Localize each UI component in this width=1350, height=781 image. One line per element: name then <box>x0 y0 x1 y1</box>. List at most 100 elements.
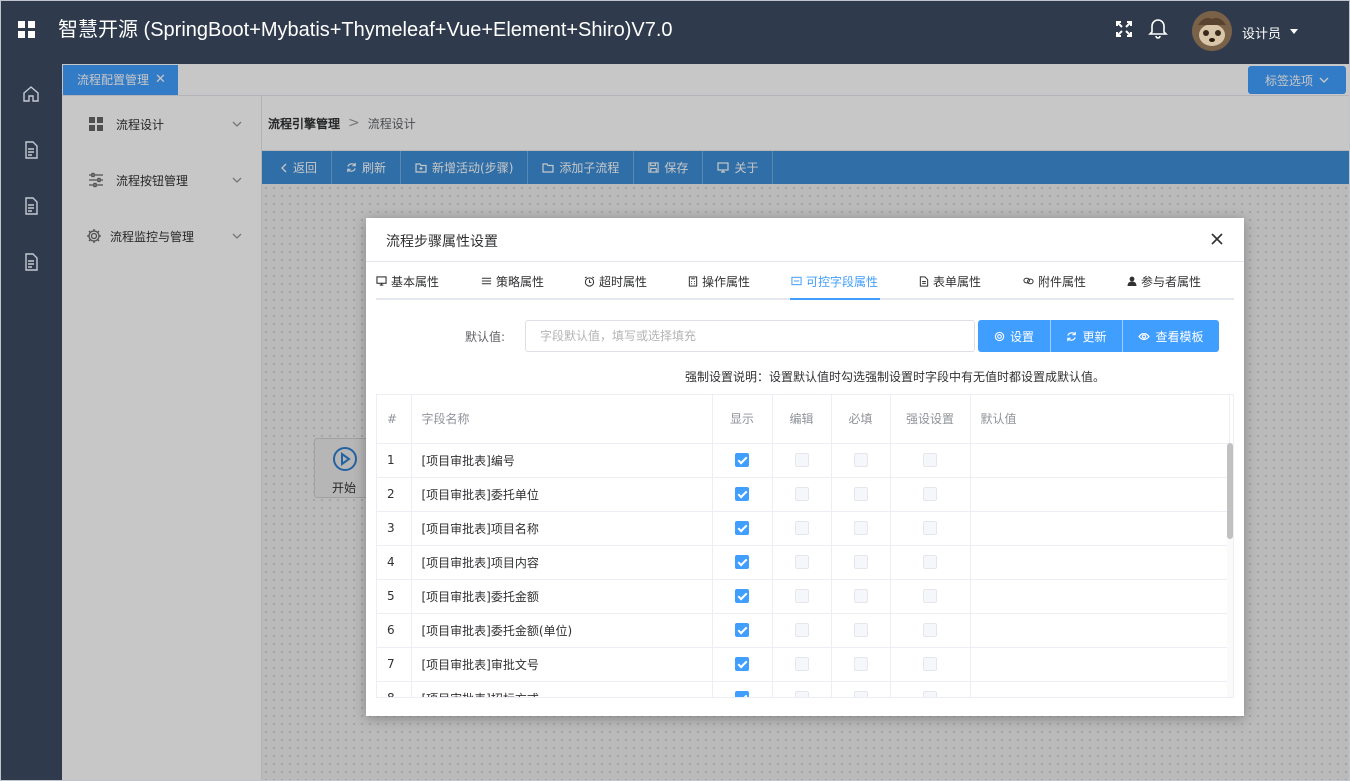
force-checkbox[interactable] <box>923 521 937 536</box>
row-index: 3 <box>387 521 395 535</box>
required-checkbox[interactable] <box>853 623 868 638</box>
avatar[interactable] <box>1192 11 1232 51</box>
update-button[interactable]: 更新 <box>1051 320 1123 352</box>
show-checkbox[interactable] <box>735 623 749 638</box>
show-checkbox[interactable] <box>735 453 749 468</box>
required-checkbox[interactable] <box>853 521 868 536</box>
edit-checkbox[interactable] <box>794 555 809 570</box>
tab-label: 附件属性 <box>1038 274 1087 289</box>
show-checkbox[interactable] <box>735 691 749 697</box>
tab-timeout[interactable]: 超时属性 <box>584 262 647 300</box>
update-label: 更新 <box>1082 329 1107 344</box>
tab-participants[interactable]: 参与者属性 <box>1127 262 1201 300</box>
link-icon <box>1023 276 1034 286</box>
tab-label: 操作属性 <box>702 274 751 289</box>
table-header-row: # 字段名称 显示 编辑 必填 强设设置 默认值 <box>377 395 1230 444</box>
show-checkbox[interactable] <box>735 487 749 502</box>
force-checkbox[interactable] <box>923 487 937 502</box>
refresh-icon <box>1066 331 1077 342</box>
column-header[interactable]: 强设设置 <box>890 395 971 444</box>
field-name: [项目审批表]项目内容 <box>421 555 539 570</box>
tab-label: 基本属性 <box>391 274 440 289</box>
bell-icon[interactable] <box>1148 17 1168 39</box>
tab-label: 参与者属性 <box>1141 274 1202 289</box>
required-checkbox[interactable] <box>853 555 868 570</box>
user-name[interactable]: 设计员 <box>1242 23 1281 42</box>
home-icon[interactable] <box>21 84 41 104</box>
row-index: 5 <box>387 589 395 603</box>
tab-attachment[interactable]: 附件属性 <box>1023 262 1086 300</box>
set-button[interactable]: 设置 <box>978 320 1051 352</box>
user-icon <box>1127 276 1137 286</box>
column-header[interactable]: 显示 <box>712 395 773 444</box>
table-scrollbar[interactable] <box>1227 443 1233 539</box>
force-checkbox[interactable] <box>923 589 937 604</box>
field-name: [项目审批表]委托金额(单位) <box>421 623 573 638</box>
row-index: 7 <box>387 657 395 671</box>
required-checkbox[interactable] <box>853 657 868 672</box>
tab-basic[interactable]: 基本属性 <box>376 262 439 300</box>
table-row: 1 [项目审批表]编号 <box>377 443 1230 478</box>
required-checkbox[interactable] <box>853 487 868 502</box>
field-icon <box>791 276 802 286</box>
fields-table: # 字段名称 显示 编辑 必填 强设设置 默认值 1 [项目审批表]编号 2 [项目审… <box>376 394 1234 698</box>
default-value-actions: 设置 更新 查看模板 <box>978 320 1219 352</box>
view-template-label: 查看模板 <box>1155 329 1204 344</box>
field-name: [项目审批表]招标方式 <box>422 692 539 698</box>
table-row: 3 [项目审批表]项目名称 <box>377 511 1230 546</box>
force-checkbox[interactable] <box>923 453 937 468</box>
file-icon <box>919 275 929 287</box>
force-checkbox[interactable] <box>923 555 937 570</box>
app-title: 智慧开源 (SpringBoot+Mybatis+Thymeleaf+Vue+E… <box>58 19 673 41</box>
column-header[interactable]: 必填 <box>831 395 891 444</box>
row-index: 4 <box>387 555 395 569</box>
edit-checkbox[interactable] <box>794 487 809 502</box>
required-checkbox[interactable] <box>853 453 868 468</box>
close-icon[interactable] <box>1211 233 1223 245</box>
tab-label: 策略属性 <box>496 274 545 289</box>
edit-checkbox[interactable] <box>794 589 809 604</box>
caret-down-icon[interactable] <box>1290 29 1298 34</box>
default-value-label: 默认值: <box>465 330 506 344</box>
force-checkbox[interactable] <box>923 691 937 697</box>
gear-icon <box>994 331 1005 342</box>
force-setting-note: 强制设置说明：设置默认值时勾选强制设置时字段中有无值时都设置成默认值。 <box>684 370 1105 384</box>
edit-checkbox[interactable] <box>794 521 809 536</box>
row-index: 1 <box>387 453 395 467</box>
column-header[interactable]: 编辑 <box>772 395 832 444</box>
column-header: 默认值 <box>970 395 1230 444</box>
fullscreen-icon[interactable] <box>1115 20 1133 38</box>
table-row: 4 [项目审批表]项目内容 <box>377 545 1230 580</box>
edit-checkbox[interactable] <box>794 691 809 697</box>
edit-checkbox[interactable] <box>794 623 809 638</box>
default-value-input[interactable] <box>525 320 975 352</box>
document-icon[interactable] <box>21 252 41 272</box>
tab-form[interactable]: 表单属性 <box>919 262 981 300</box>
sliders-icon <box>481 276 492 286</box>
force-checkbox[interactable] <box>923 657 937 672</box>
show-checkbox[interactable] <box>735 589 749 604</box>
document-icon[interactable] <box>21 196 41 216</box>
tab-operation[interactable]: 操作属性 <box>688 262 750 300</box>
required-checkbox[interactable] <box>853 589 868 604</box>
show-checkbox[interactable] <box>735 555 749 570</box>
eye-icon <box>1138 332 1151 341</box>
required-checkbox[interactable] <box>853 691 868 697</box>
row-index: 8 <box>387 691 395 698</box>
view-template-button[interactable]: 查看模板 <box>1123 320 1219 352</box>
table-row: 7 [项目审批表]审批文号 <box>377 647 1230 682</box>
edit-checkbox[interactable] <box>794 453 809 468</box>
table-row: 2 [项目审批表]委托单位 <box>377 477 1230 512</box>
edit-checkbox[interactable] <box>794 657 809 672</box>
tab-strategy[interactable]: 策略属性 <box>481 262 544 300</box>
field-name: [项目审批表]项目名称 <box>421 521 539 536</box>
force-checkbox[interactable] <box>923 623 937 638</box>
tab-controllable-fields[interactable]: 可控字段属性 <box>791 262 878 300</box>
field-name: [项目审批表]委托金额 <box>421 589 539 604</box>
show-checkbox[interactable] <box>735 521 749 536</box>
field-name: [项目审批表]审批文号 <box>421 657 539 672</box>
table-row: 5 [项目审批表]委托金额 <box>377 579 1230 614</box>
document-icon[interactable] <box>21 140 41 160</box>
show-checkbox[interactable] <box>735 657 749 672</box>
grid-icon[interactable] <box>17 20 37 40</box>
